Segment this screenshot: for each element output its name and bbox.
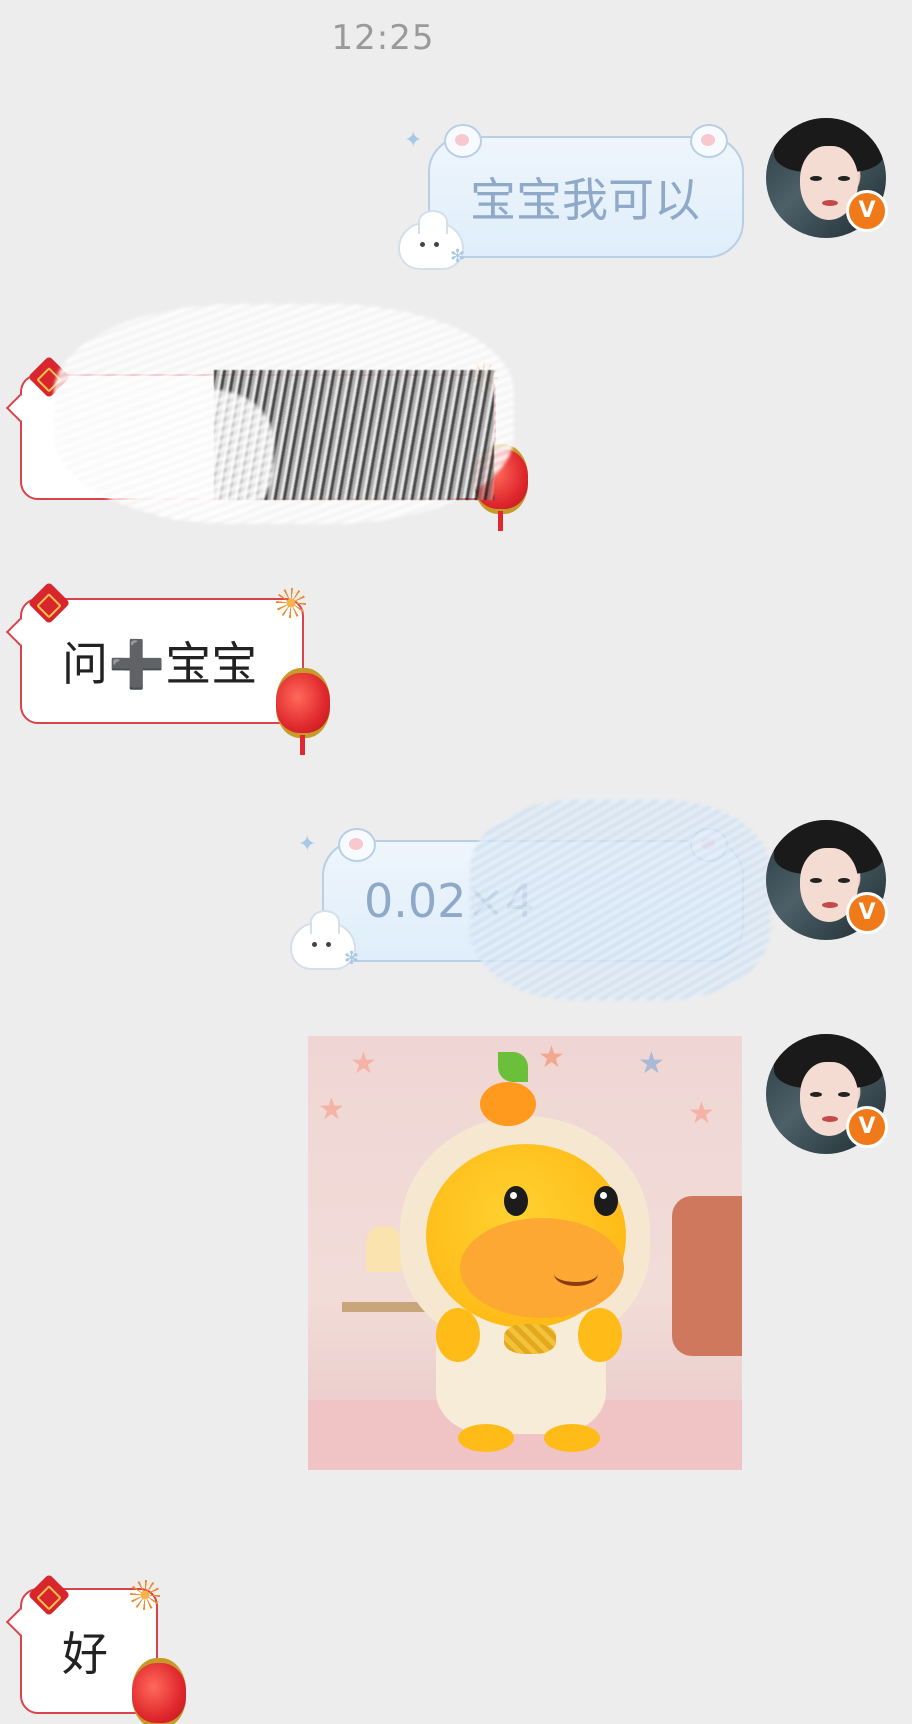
redaction-scribble <box>470 800 770 1000</box>
lantern-icon <box>132 1658 186 1724</box>
lantern-icon <box>276 668 330 755</box>
message-text: 问➕宝宝 <box>62 637 258 691</box>
chat-window: 12:25 ✦ 宝宝我可以 ✻ V 问➕宝宝 ✦ 0.02×4 ✻ V ★ ★ … <box>0 0 912 1724</box>
message-bubble[interactable]: 问➕宝宝 <box>5 598 304 724</box>
firework-icon <box>130 1580 160 1610</box>
message-text: 宝宝我可以 <box>470 173 700 227</box>
firework-icon <box>276 588 306 618</box>
sparkle-icon: ✻ <box>450 246 466 267</box>
redaction-scribble <box>124 390 274 520</box>
bubble-ear-decoration <box>444 124 482 158</box>
message-bubble[interactable]: 宝宝我可以 <box>428 124 744 258</box>
message-timestamp: 12:25 <box>331 18 435 58</box>
avatar[interactable]: V <box>766 118 888 238</box>
sparkle-icon: ✦ <box>298 832 317 857</box>
avatar[interactable]: V <box>766 820 888 940</box>
verified-badge-icon: V <box>846 1106 888 1148</box>
orange-hippo-plush-sticker[interactable]: ★ ★ ★ ★ ★ <box>308 1036 742 1470</box>
message-text: 好 <box>62 1627 108 1681</box>
bubble-ear-decoration <box>690 124 728 158</box>
verified-badge-icon: V <box>846 892 888 934</box>
sparkle-icon: ✻ <box>344 948 360 969</box>
verified-badge-icon: V <box>846 190 888 232</box>
sparkle-icon: ✦ <box>404 128 423 153</box>
avatar[interactable]: V <box>766 1034 888 1154</box>
bubble-ear-decoration <box>338 828 376 862</box>
